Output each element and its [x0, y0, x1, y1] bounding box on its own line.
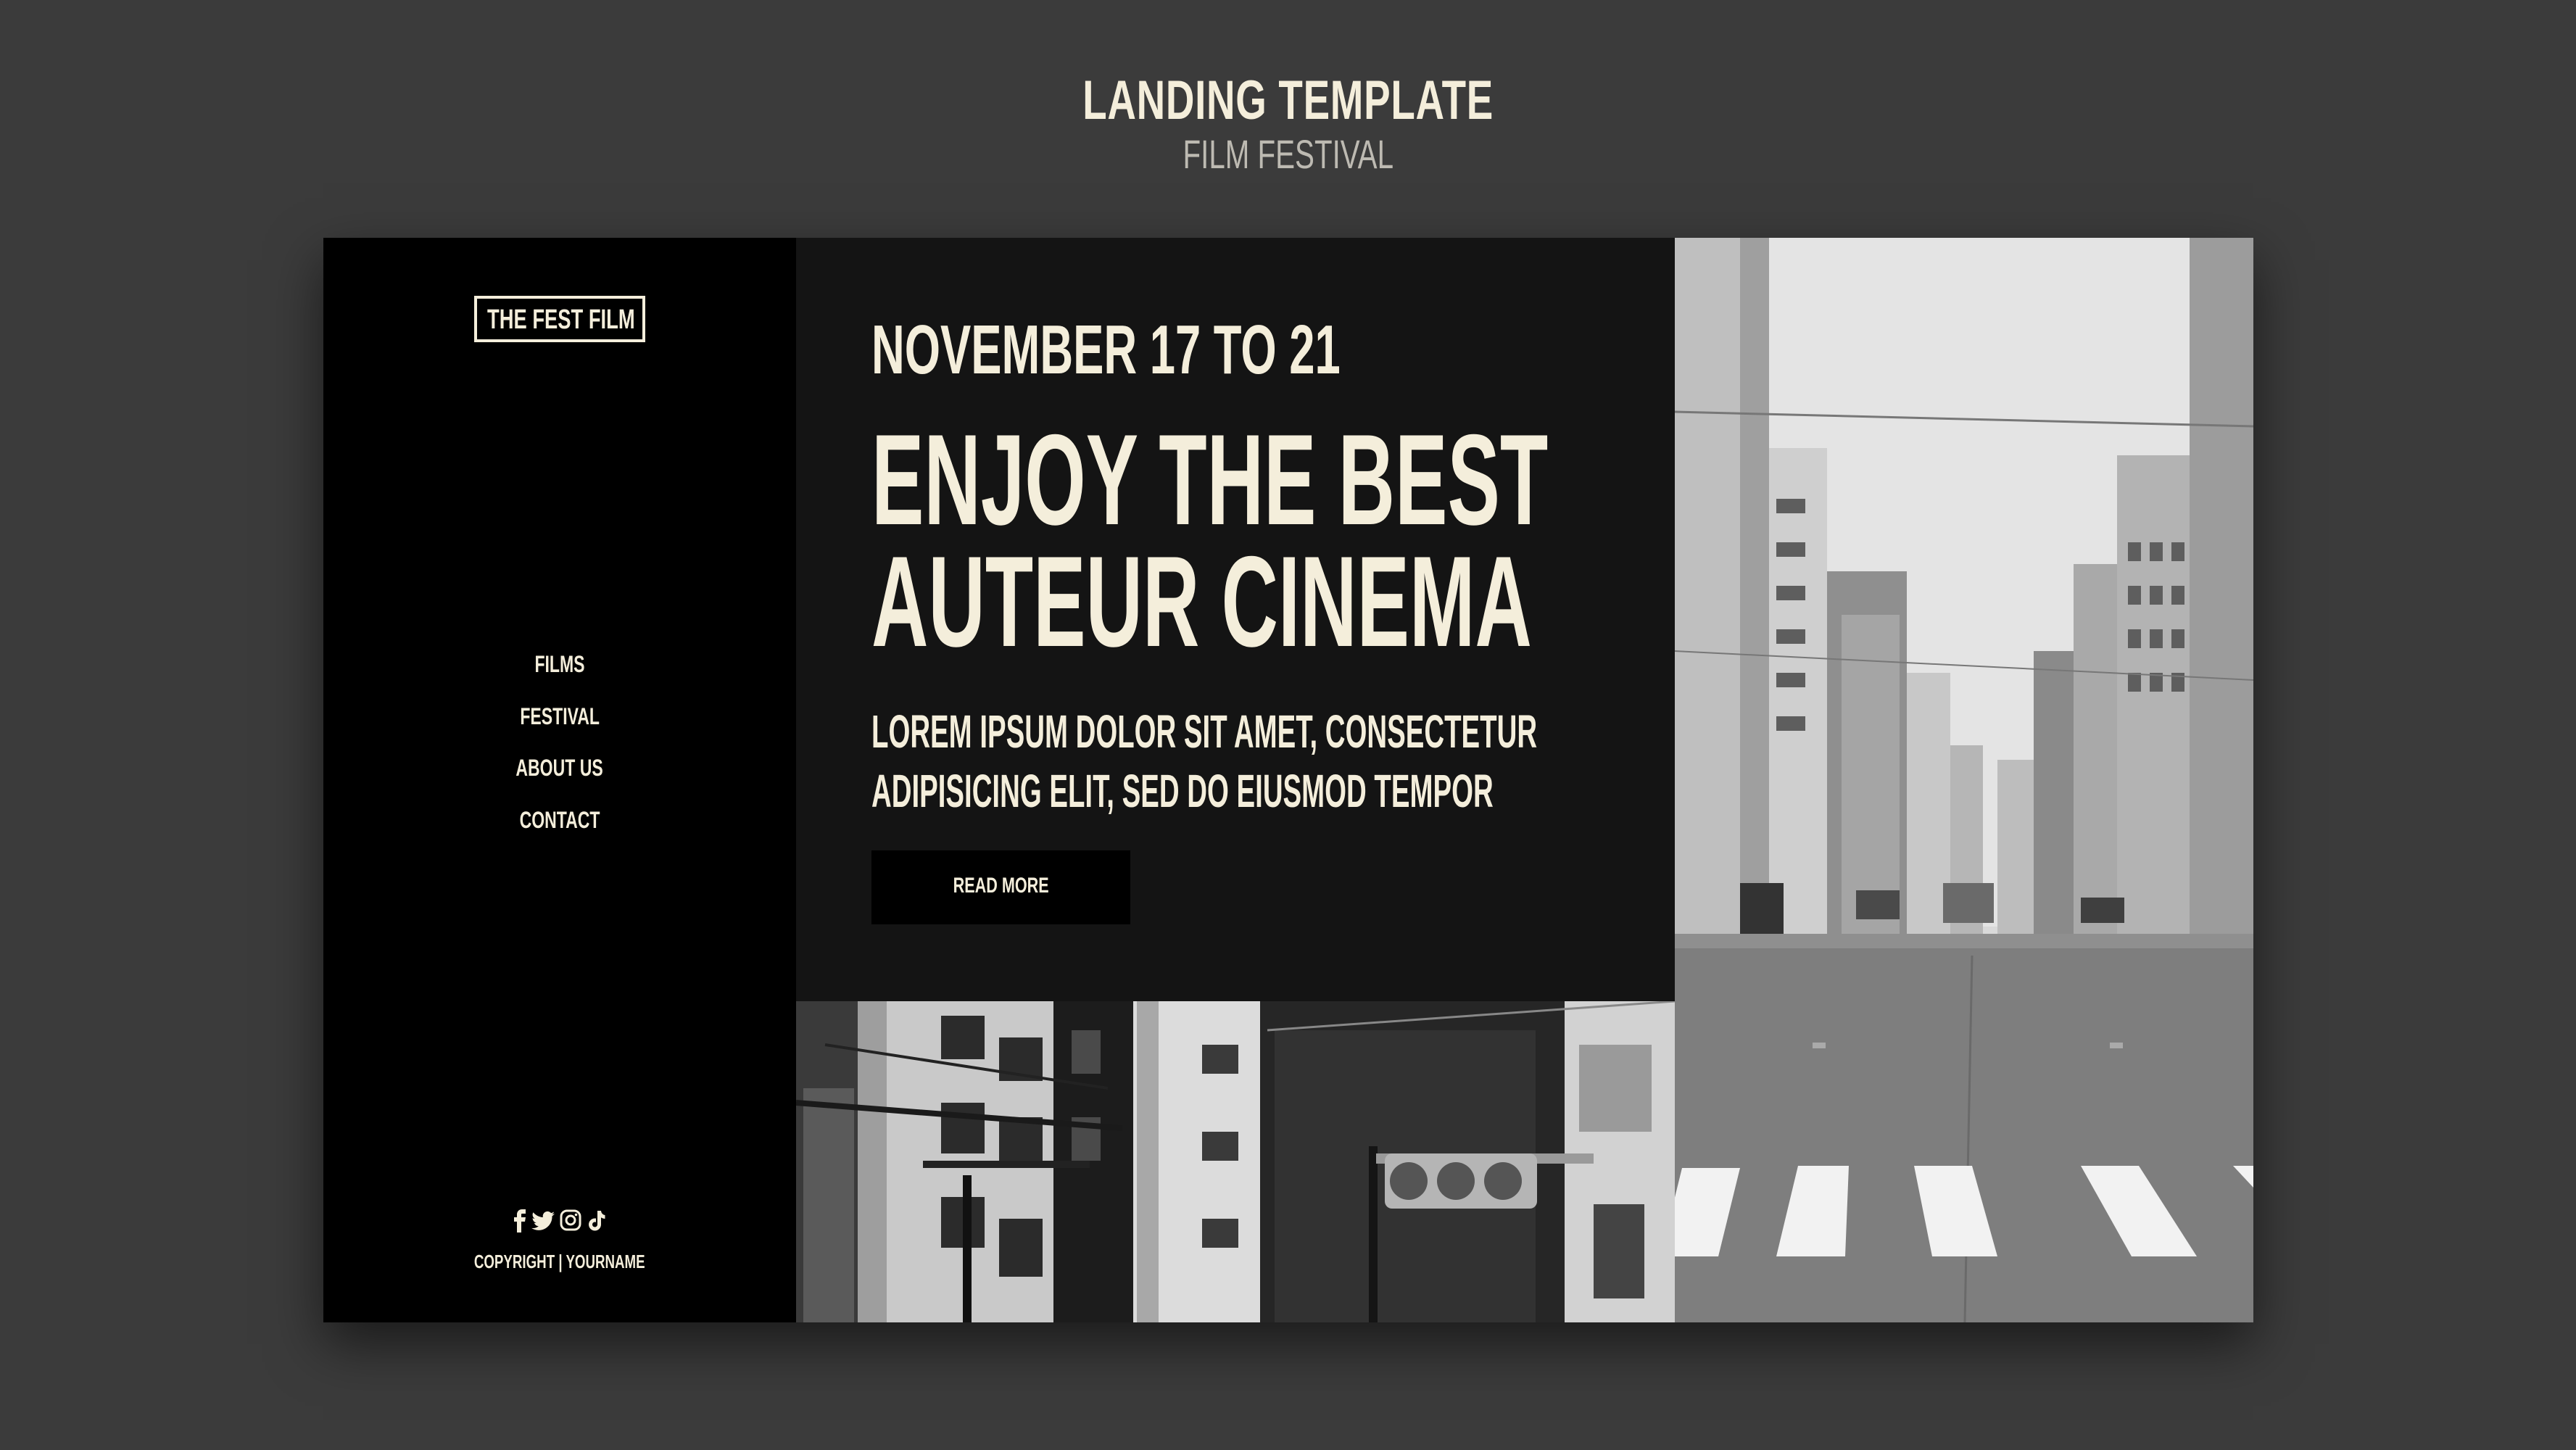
landing-mockup: THE FEST FILM FILMS FESTIVAL ABOUT US CO…: [323, 238, 2253, 1322]
hero-headline-line2: AUTEUR CINEMA: [871, 529, 1532, 674]
page-subtitle: FILM FESTIVAL: [1183, 131, 1393, 177]
read-more-button[interactable]: READ MORE: [871, 850, 1130, 924]
hero-headline-line1: ENJOY THE BEST: [871, 407, 1549, 552]
logo[interactable]: THE FEST FILM: [474, 296, 645, 342]
copyright: COPYRIGHT | YOURNAME: [323, 1251, 796, 1273]
page-title: LANDING TEMPLATE: [1082, 70, 1494, 131]
facebook-icon[interactable]: [510, 1209, 529, 1232]
nav-item-festival[interactable]: FESTIVAL: [323, 703, 796, 730]
nav-item-about-us[interactable]: ABOUT US: [323, 755, 796, 782]
read-more-label: READ MORE: [953, 874, 1049, 898]
buildings-photo: [796, 1001, 1675, 1322]
logo-text: THE FEST FILM: [487, 304, 635, 335]
hero-panel: NOVEMBER 17 TO 21 ENJOY THE BEST AUTEUR …: [796, 238, 1675, 1001]
copyright-text: COPYRIGHT | YOURNAME: [474, 1251, 645, 1272]
twitter-icon[interactable]: [531, 1209, 555, 1232]
nav-item-label: ABOUT US: [515, 755, 604, 781]
nav-item-label: CONTACT: [519, 807, 600, 833]
nav-item-films[interactable]: FILMS: [323, 651, 796, 678]
hero-lead-line1: LOREM IPSUM DOLOR SIT AMET, CONSECTETUR: [871, 705, 1538, 758]
page-subtitle-row: FILM FESTIVAL: [0, 130, 2576, 178]
nav-item-label: FILMS: [534, 651, 585, 677]
tiktok-icon[interactable]: [587, 1209, 606, 1232]
page-header: LANDING TEMPLATE FILM FESTIVAL: [0, 69, 2576, 177]
nav-item-contact[interactable]: CONTACT: [323, 807, 796, 834]
nav-item-label: FESTIVAL: [520, 703, 600, 729]
social-links: [510, 1209, 609, 1234]
instagram-icon[interactable]: [560, 1209, 581, 1231]
festival-dates-text: NOVEMBER 17 TO 21: [871, 311, 1341, 389]
sidebar: THE FEST FILM FILMS FESTIVAL ABOUT US CO…: [323, 238, 796, 1322]
hero-lead-line2: ADIPISICING ELIT, SED DO EIUSMOD TEMPOR: [871, 765, 1494, 817]
street-photo: [1675, 238, 2253, 1322]
festival-dates: NOVEMBER 17 TO 21: [871, 310, 1582, 390]
